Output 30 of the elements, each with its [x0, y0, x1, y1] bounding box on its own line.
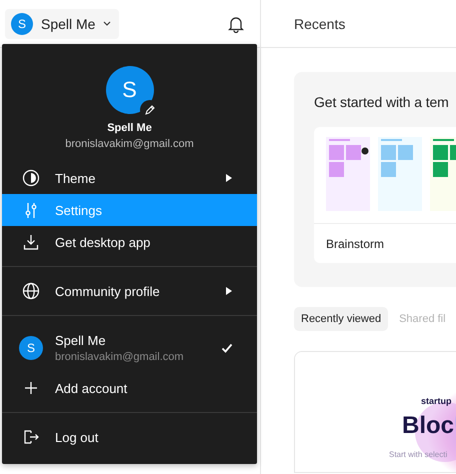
- template-name: Brainstorm: [314, 223, 456, 263]
- page-title: Recents: [294, 16, 346, 32]
- template-panel-title: Get started with a tem: [314, 94, 450, 110]
- plus-icon: [22, 379, 40, 397]
- tab[interactable]: Recently viewed: [294, 307, 388, 331]
- account-item[interactable]: S Spell Me bronislavakim@gmail.com: [2, 324, 257, 372]
- avatar: S: [11, 12, 33, 34]
- profile-name: Spell Me: [107, 122, 152, 134]
- menu-item[interactable]: Add account: [2, 372, 257, 404]
- logout-icon: [22, 428, 40, 446]
- menu-item[interactable]: Community profile: [2, 275, 257, 307]
- account-email: bronislavakim@gmail.com: [55, 351, 184, 363]
- menu-item[interactable]: Get desktop app: [2, 226, 257, 258]
- menu-item[interactable]: Log out: [2, 421, 257, 453]
- thumbnail-headline: Bloc: [402, 412, 454, 440]
- profile-avatar[interactable]: S: [106, 66, 154, 114]
- profile-email: bronislavakim@gmail.com: [65, 138, 194, 150]
- account-name: Spell Me: [55, 333, 107, 348]
- thumbnail-caption: Start with selecti: [389, 450, 448, 459]
- account-button[interactable]: S Spell Me: [5, 8, 120, 38]
- avatar: S: [19, 336, 43, 360]
- globe-icon: [22, 282, 40, 300]
- file-card[interactable]: startup Bloc Start with selecti: [294, 351, 456, 473]
- theme-icon: [22, 169, 40, 187]
- template-card[interactable]: Brainstorm: [314, 127, 456, 263]
- bell-icon[interactable]: [228, 14, 244, 32]
- chevron-down-icon: [103, 21, 112, 26]
- download-icon: [22, 233, 40, 251]
- thumbnail-kicker: startup: [421, 396, 452, 406]
- menu-item[interactable]: Theme: [2, 162, 257, 194]
